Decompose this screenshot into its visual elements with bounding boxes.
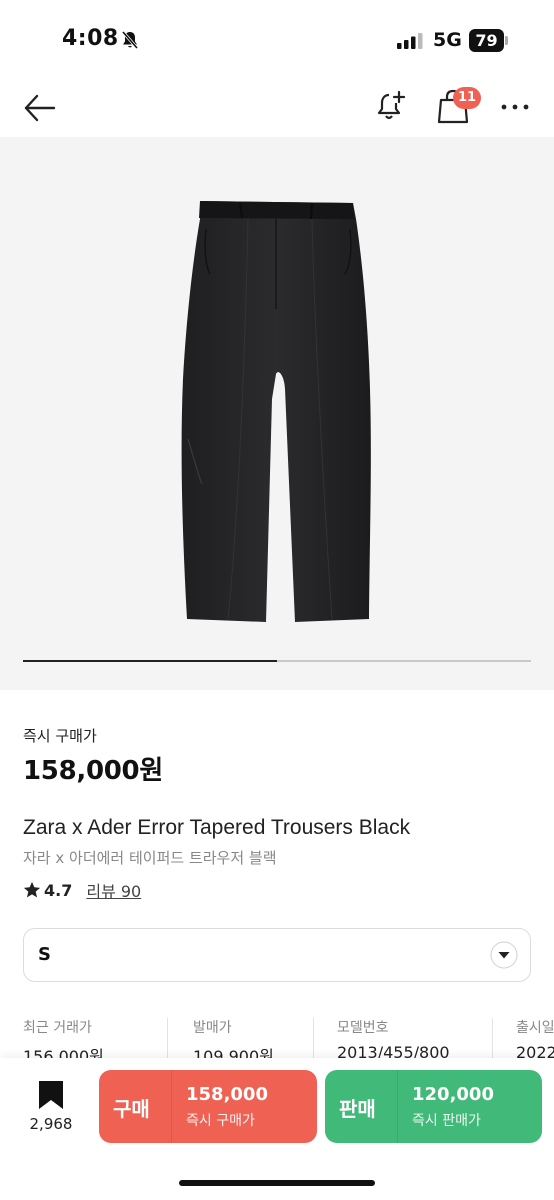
buy-button[interactable]: 구매 158,000 즉시 구매가	[99, 1070, 317, 1143]
battery-tip	[505, 36, 508, 45]
rating-row: 4.7 리뷰 90	[23, 879, 141, 901]
sell-button-divider	[397, 1070, 398, 1143]
info-recent-trade: 최근 거래가 156,000원	[23, 1012, 104, 1060]
info-label: 발매가	[193, 1020, 232, 1036]
info-divider	[492, 1018, 493, 1060]
buy-button-label: 구매	[113, 1097, 150, 1121]
sell-button-sublabel: 즉시 판매가	[412, 1113, 481, 1129]
product-name-korean: 자라 x 아더에러 테이퍼드 트라우저 블랙	[23, 849, 277, 867]
cellular-signal-icon	[397, 33, 423, 49]
cart-count-badge: 11	[453, 87, 481, 109]
sell-button-label: 판매	[339, 1097, 376, 1121]
status-bar: 4:08 5G 79	[0, 0, 554, 80]
gallery-progress-fill	[23, 660, 277, 662]
product-info-strip[interactable]: 최근 거래가 156,000원 발매가 109,900원 모델번호 2013/4…	[0, 1012, 554, 1060]
rating-value: 4.7	[44, 880, 73, 900]
back-arrow-icon[interactable]	[22, 90, 58, 126]
buy-button-price: 158,000	[186, 1084, 268, 1105]
network-type: 5G	[433, 29, 462, 51]
nav-bar: 11	[0, 80, 554, 136]
battery-level: 79	[469, 29, 504, 52]
bottom-action-bar: 2,968 구매 158,000 즉시 구매가 판매 120,000 즉시 판매…	[0, 1058, 554, 1200]
info-label: 출시일	[516, 1020, 554, 1036]
more-options-icon[interactable]	[498, 90, 532, 124]
bookmark-count: 2,968	[29, 1115, 73, 1133]
home-indicator	[179, 1180, 375, 1186]
star-icon	[23, 881, 41, 898]
buy-button-divider	[171, 1070, 172, 1143]
bookmark-button[interactable]: 2,968	[22, 1080, 80, 1138]
product-image-gallery[interactable]	[0, 137, 554, 690]
info-model-number: 모델번호 2013/455/800	[337, 1012, 450, 1060]
bell-off-icon	[121, 31, 139, 49]
chevron-down-icon	[490, 941, 518, 969]
bookmark-icon	[39, 1081, 63, 1109]
info-divider	[167, 1018, 168, 1060]
sell-button[interactable]: 판매 120,000 즉시 판매가	[325, 1070, 542, 1143]
review-link[interactable]: 리뷰 90	[86, 878, 141, 902]
size-select[interactable]: S	[23, 928, 531, 982]
info-divider	[313, 1018, 314, 1060]
gallery-progress-track	[23, 660, 531, 662]
product-name-english: Zara x Ader Error Tapered Trousers Black	[23, 816, 411, 839]
selected-size: S	[38, 944, 51, 965]
battery-icon: 79	[469, 29, 509, 52]
info-release-price: 발매가 109,900원	[193, 1012, 274, 1060]
info-release-date: 출시일 2022	[516, 1012, 554, 1060]
info-label: 모델번호	[337, 1020, 389, 1036]
add-alert-bell-icon[interactable]	[373, 88, 409, 124]
info-label: 최근 거래가	[23, 1020, 92, 1036]
buy-button-sublabel: 즉시 구매가	[186, 1113, 255, 1129]
instant-buy-price-label: 즉시 구매가	[23, 727, 97, 745]
status-time: 4:08	[62, 26, 119, 51]
instant-buy-price: 158,000원	[23, 756, 163, 786]
product-image-trousers	[181, 201, 371, 622]
sell-button-price: 120,000	[412, 1084, 494, 1105]
